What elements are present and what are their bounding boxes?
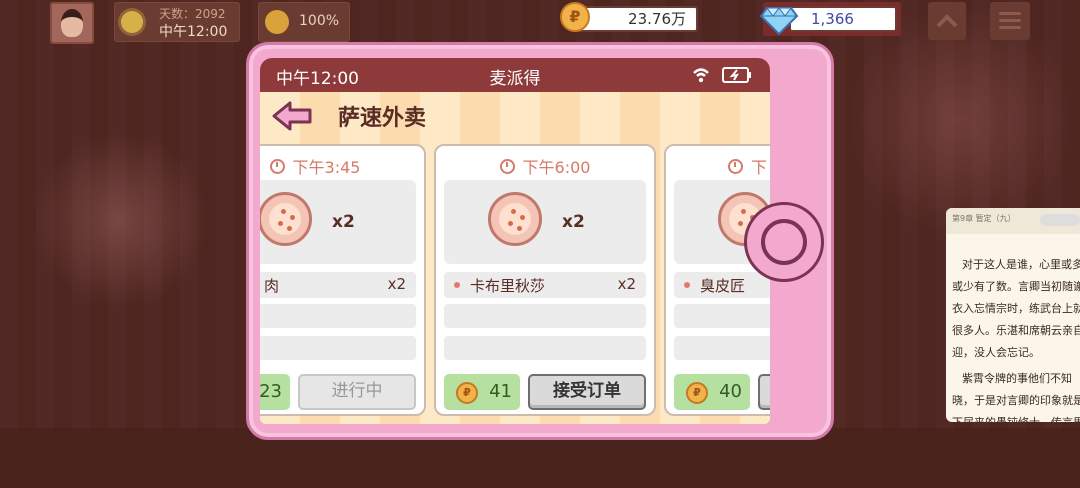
day-time-panel: 天数：2092 中午12:00 xyxy=(114,2,240,42)
reward-value: 23 xyxy=(260,381,282,402)
sun-icon xyxy=(121,11,143,33)
empty-item-row xyxy=(674,336,770,360)
gem-value: 1,366 xyxy=(789,6,897,32)
phone-home-button[interactable] xyxy=(744,202,824,282)
item-name: 臭皮匠 xyxy=(700,277,746,295)
reward: ₽ 41 xyxy=(444,374,520,410)
item-quantity: x2 xyxy=(387,275,406,293)
empty-item-row xyxy=(260,304,416,328)
collapse-button[interactable] xyxy=(928,2,966,40)
order-card: 下午6:00 x2 卡布里秋莎 x2 ₽ 41 接受订单 xyxy=(434,144,656,416)
reader-line: 很多人。乐湛和席朝云亲自相 xyxy=(952,324,1080,337)
app-header: 萨速外卖 xyxy=(260,92,770,138)
back-arrow-icon[interactable] xyxy=(272,100,312,132)
reader-line: 对于这人是谁，心里或多 xyxy=(962,258,1080,271)
reader-line: 紫霄令牌的事他们不知 xyxy=(962,372,1072,385)
smiley-icon xyxy=(265,10,289,34)
chevron-up-icon xyxy=(936,14,958,28)
reward-value: 40 xyxy=(719,381,742,402)
page-title: 萨速外卖 xyxy=(338,106,427,131)
menu-icon xyxy=(999,12,1021,15)
gem-counter[interactable]: 1,366 xyxy=(759,2,901,36)
battery-icon xyxy=(722,67,751,83)
order-list[interactable]: 下午3:45 x2 肉 x2 23 进行中 下午6:00 x2 卡布里秋莎 x2… xyxy=(260,138,770,424)
order-card: 下午3:45 x2 肉 x2 23 进行中 xyxy=(260,144,426,416)
status-bar: 中午12:00 麦派得 xyxy=(260,58,770,92)
accept-order-button[interactable] xyxy=(758,374,770,410)
menu-button[interactable] xyxy=(990,2,1030,40)
days-label: 天数：2092 xyxy=(159,7,226,21)
mood-percent: 100% xyxy=(299,13,340,29)
empty-item-row xyxy=(674,304,770,328)
reader-line: 下届来的愚钝修士，传言里,紫 xyxy=(952,414,1080,422)
bullet-icon xyxy=(454,282,460,288)
food-zone: x2 xyxy=(444,180,646,264)
order-time: 下 xyxy=(666,154,770,178)
empty-item-row xyxy=(260,336,416,360)
reader-toggle[interactable] xyxy=(1040,214,1080,226)
coin-value: 23.76万 xyxy=(578,6,698,32)
accept-order-button[interactable]: 接受订单 xyxy=(528,374,646,410)
order-card: 下 臭皮匠 ₽ 40 xyxy=(664,144,770,416)
reader-line: 衣入忘情宗时，练武台上就有 xyxy=(952,302,1080,315)
hud-time: 中午12:00 xyxy=(159,24,228,40)
coin-icon: ₽ xyxy=(560,2,590,32)
order-item: 卡布里秋莎 x2 xyxy=(444,272,646,298)
reader-line: 晓，于是对言卿的印象就是个 xyxy=(952,394,1080,407)
bullet-icon xyxy=(684,282,690,288)
avatar-face xyxy=(61,9,83,37)
menu-icon xyxy=(999,19,1021,22)
reward: ₽ 40 xyxy=(674,374,750,410)
reader-chapter: 第9章 暂定（九） xyxy=(952,214,1016,223)
phone-screen: 中午12:00 麦派得 萨速外卖 下午3:45 x2 肉 x2 23 进行中 下… xyxy=(260,58,770,424)
reader-overlay[interactable]: 第9章 暂定（九） 对于这人是谁，心里或多 或少有了数。言卿当初随谢识 衣入忘情… xyxy=(946,208,1080,422)
pizza-icon xyxy=(260,192,312,246)
diamond-icon xyxy=(759,7,799,36)
order-time: 下午6:00 xyxy=(436,154,654,178)
coin-icon: ₽ xyxy=(686,382,708,404)
reward: 23 xyxy=(260,374,290,410)
item-name: 肉 xyxy=(264,277,280,295)
item-name: 卡布里秋莎 xyxy=(470,277,546,295)
pizza-icon xyxy=(488,192,542,246)
coin-icon: ₽ xyxy=(456,382,478,404)
empty-item-row xyxy=(444,336,646,360)
food-zone: x2 xyxy=(260,180,416,264)
order-item: 肉 x2 xyxy=(260,272,416,298)
in-progress-button[interactable]: 进行中 xyxy=(298,374,416,410)
clock-icon xyxy=(499,159,515,174)
mood-panel: 100% xyxy=(258,2,350,42)
coin-counter[interactable]: 23.76万 ₽ xyxy=(560,2,702,34)
reader-line: 或少有了数。言卿当初随谢识 xyxy=(952,280,1080,293)
food-quantity: x2 xyxy=(562,212,585,232)
wifi-icon xyxy=(693,68,709,83)
clock-icon xyxy=(269,159,285,174)
reader-header: 第9章 暂定（九） xyxy=(946,208,1080,234)
menu-icon xyxy=(999,26,1021,29)
reader-line: 迎，没人会忘记。 xyxy=(952,346,1040,359)
empty-item-row xyxy=(444,304,646,328)
clock-icon xyxy=(728,159,743,174)
reward-value: 41 xyxy=(489,381,512,402)
order-item: 臭皮匠 xyxy=(674,272,770,298)
food-quantity: x2 xyxy=(332,212,355,232)
order-time: 下午3:45 xyxy=(260,154,424,178)
item-quantity: x2 xyxy=(617,275,636,293)
avatar[interactable] xyxy=(50,2,94,44)
